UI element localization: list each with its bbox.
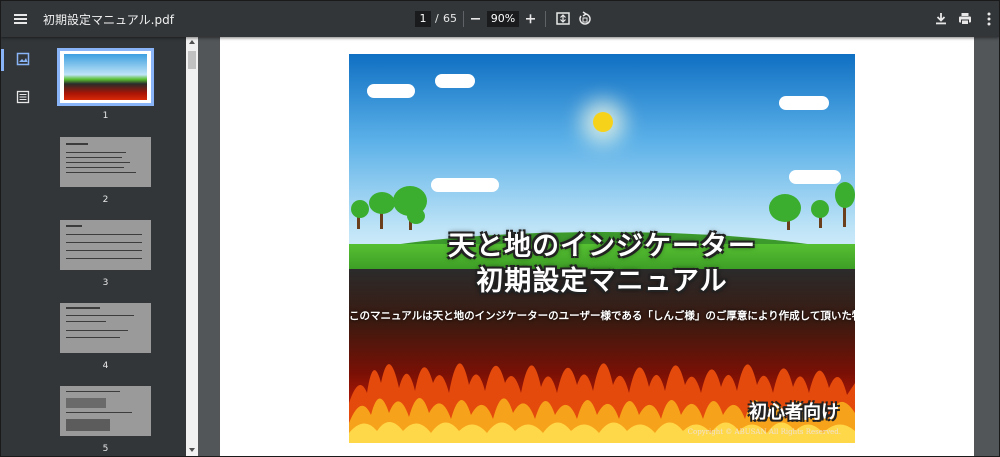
cloud-shape: [367, 84, 415, 98]
cloud-shape: [431, 178, 499, 192]
cover-title-line2: 初期設定マニュアル: [476, 266, 728, 297]
tree-shape: [835, 182, 855, 208]
more-icon: [987, 12, 991, 26]
thumbnail-sidebar: 1 2 3 4 5: [1, 37, 198, 456]
zoom-out-icon: [471, 18, 480, 20]
zoom-in-button[interactable]: [521, 9, 541, 29]
sun-shape: [593, 112, 613, 132]
tree-shape: [407, 208, 425, 224]
copyright-text: Copyright © ABUSAN All Rights Reserved.: [687, 428, 841, 436]
sidebar-tabs: [1, 37, 43, 456]
fit-page-icon: [556, 12, 570, 25]
document-viewport[interactable]: 天と地のインジケーター 初期設定マニュアル このマニュアルは天と地のインジケータ…: [198, 37, 999, 456]
toolbar-divider: [463, 11, 464, 27]
cover-subtitle: このマニュアルは天と地のインジケーターのユーザー様である「しんご様」のご厚意によ…: [349, 310, 855, 322]
scroll-up-arrow[interactable]: [189, 40, 195, 44]
document-scrollbar[interactable]: [987, 37, 999, 456]
page-number-input[interactable]: 1: [415, 11, 431, 27]
tree-shape: [769, 194, 801, 222]
thumbnails-icon[interactable]: [15, 51, 31, 67]
thumbnail-label: 1: [102, 111, 109, 121]
sidebar-scrollbar[interactable]: [186, 37, 198, 456]
tree-shape: [351, 200, 369, 218]
zoom-in-icon: [526, 14, 535, 24]
thumbnail-image: [60, 220, 151, 270]
download-icon: [936, 13, 946, 25]
tree-shape: [369, 192, 395, 214]
beginner-badge: 初心者向け: [749, 402, 839, 423]
pdf-page: 天と地のインジケーター 初期設定マニュアル このマニュアルは天と地のインジケータ…: [220, 37, 974, 456]
tree-shape: [811, 200, 829, 218]
viewer-toolbar: 初期設定マニュアル.pdf 1 / 65 90%: [1, 1, 999, 37]
cover-image: 天と地のインジケーター 初期設定マニュアル このマニュアルは天と地のインジケータ…: [349, 54, 855, 443]
print-button[interactable]: [955, 9, 975, 29]
thumbnail-image: [60, 303, 151, 353]
total-pages: 65: [443, 12, 457, 25]
more-options-button[interactable]: [979, 9, 999, 29]
zoom-level-input[interactable]: 90%: [487, 11, 519, 27]
thumbnail-label: 4: [102, 361, 109, 371]
rotate-button[interactable]: [575, 9, 595, 29]
thumbnail-label: 3: [102, 278, 109, 288]
rotate-icon: [579, 11, 591, 25]
thumbnail-label: 2: [102, 195, 109, 205]
document-title: 初期設定マニュアル.pdf: [43, 13, 174, 27]
print-icon: [959, 13, 971, 25]
scroll-down-arrow[interactable]: [189, 448, 195, 452]
thumbnail-label: 5: [102, 444, 109, 454]
scrollbar-thumb[interactable]: [188, 51, 196, 69]
thumbnail-image: [57, 48, 154, 106]
thumbnail-list: 1 2 3 4 5: [43, 37, 186, 456]
toolbar-divider: [545, 11, 546, 27]
pdf-viewer-window: 初期設定マニュアル.pdf 1 / 65 90% 1 2 3 4 5 天と地のイ…: [0, 0, 1000, 457]
thumbnail-image: [60, 137, 151, 187]
outline-icon[interactable]: [15, 89, 31, 105]
cover-title-line1: 天と地のインジケーター: [448, 231, 756, 262]
page-separator: /: [435, 12, 439, 25]
menu-icon[interactable]: [12, 10, 30, 28]
active-tab-indicator: [1, 49, 4, 71]
zoom-out-button[interactable]: [466, 9, 486, 29]
thumbnail-image: [60, 386, 151, 436]
cloud-shape: [789, 170, 841, 184]
fit-page-button[interactable]: [553, 9, 573, 29]
cloud-shape: [779, 96, 829, 110]
cloud-shape: [435, 74, 475, 88]
download-button[interactable]: [931, 9, 951, 29]
